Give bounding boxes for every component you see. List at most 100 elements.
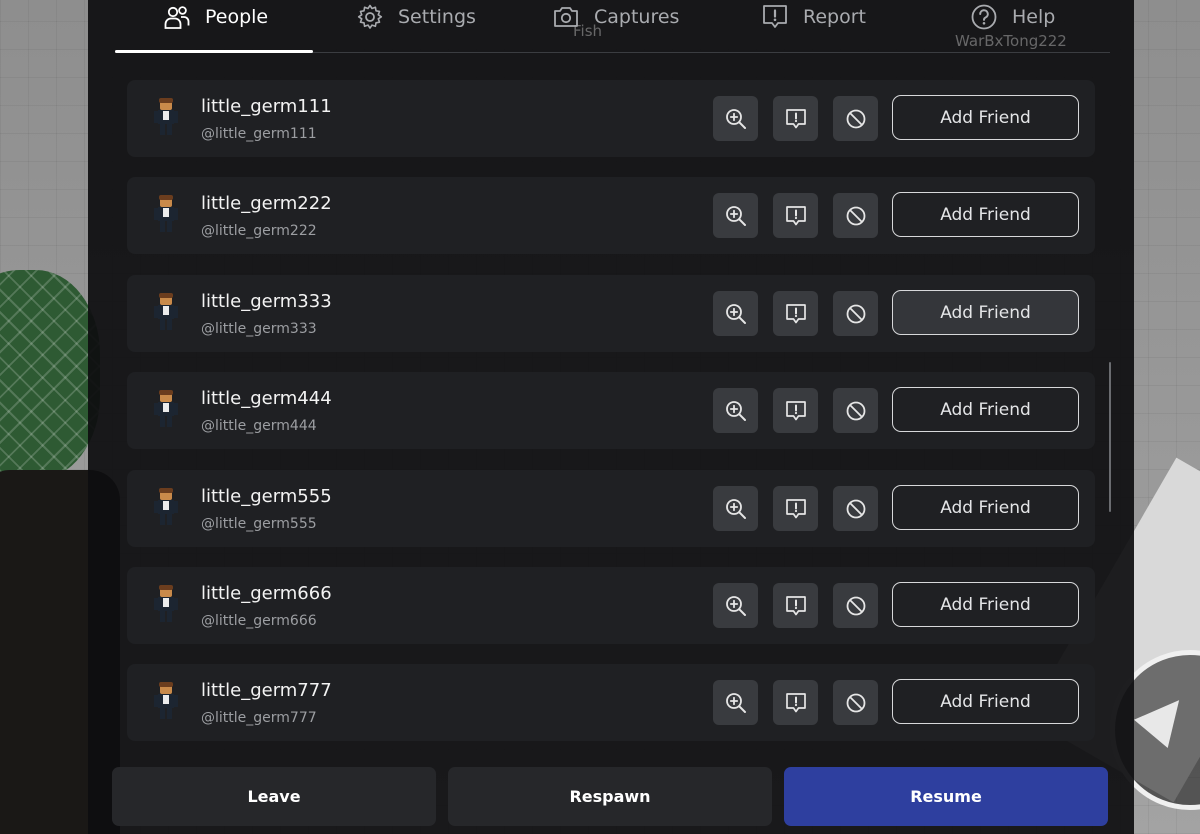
player-row: little_germ111 @little_germ111 Add Frien… [127, 80, 1095, 157]
help-icon [971, 4, 997, 30]
block-button[interactable] [833, 680, 878, 725]
people-icon [164, 6, 190, 29]
report-flag-icon [763, 5, 787, 28]
player-display-name: little_germ111 [201, 96, 332, 117]
block-icon [846, 499, 865, 518]
inspect-button[interactable] [713, 583, 758, 628]
report-button[interactable] [773, 193, 818, 238]
player-avatar [154, 488, 178, 525]
inspect-icon [725, 498, 746, 519]
active-tab-indicator [115, 50, 313, 53]
block-icon [846, 109, 865, 128]
tab-help-label: Help [1012, 6, 1056, 28]
report-icon [785, 303, 806, 323]
tab-captures-label: Captures [594, 6, 680, 28]
background-avatar-hat [0, 270, 100, 480]
inspect-button[interactable] [713, 388, 758, 433]
add-friend-button[interactable]: Add Friend [892, 95, 1079, 140]
report-icon [785, 595, 806, 615]
player-display-name: little_germ555 [201, 486, 332, 507]
tab-bar: Fish WarBxTong222 People Settings Captur… [115, 0, 1110, 54]
inspect-icon [725, 692, 746, 713]
tab-settings-label: Settings [398, 6, 476, 28]
tab-captures[interactable]: Captures [552, 0, 679, 34]
tab-settings[interactable]: Settings [356, 0, 476, 34]
report-button[interactable] [773, 291, 818, 336]
tab-people-label: People [205, 6, 269, 28]
inspect-icon [725, 303, 746, 324]
block-button[interactable] [833, 96, 878, 141]
block-icon [846, 401, 865, 420]
respawn-button[interactable]: Respawn [448, 767, 772, 826]
player-row: little_germ666 @little_germ666 Add Frien… [127, 567, 1095, 644]
player-username: @little_germ111 [201, 126, 317, 142]
block-button[interactable] [833, 388, 878, 433]
report-icon [785, 498, 806, 518]
world-player-tag: WarBxTong222 [955, 32, 1067, 50]
inspect-icon [725, 400, 746, 421]
player-avatar [154, 585, 178, 622]
block-icon [846, 304, 865, 323]
camera-icon [554, 7, 578, 27]
report-icon [785, 692, 806, 712]
inspect-button[interactable] [713, 486, 758, 531]
scrollbar[interactable] [1109, 362, 1111, 512]
player-row: little_germ444 @little_germ444 Add Frien… [127, 372, 1095, 449]
report-button[interactable] [773, 583, 818, 628]
add-friend-button[interactable]: Add Friend [892, 290, 1079, 335]
add-friend-button[interactable]: Add Friend [892, 192, 1079, 237]
report-button[interactable] [773, 680, 818, 725]
inspect-icon [725, 595, 746, 616]
player-username: @little_germ555 [201, 516, 317, 532]
player-avatar [154, 390, 178, 427]
block-button[interactable] [833, 291, 878, 336]
player-username: @little_germ333 [201, 321, 317, 337]
player-username: @little_germ777 [201, 710, 317, 726]
player-avatar [154, 195, 178, 232]
block-button[interactable] [833, 193, 878, 238]
report-icon [785, 205, 806, 225]
gear-icon [357, 4, 383, 29]
player-username: @little_germ222 [201, 223, 317, 239]
player-display-name: little_germ333 [201, 291, 332, 312]
player-avatar [154, 682, 178, 719]
resume-button[interactable]: Resume [784, 767, 1108, 826]
player-avatar [154, 98, 178, 135]
inspect-button[interactable] [713, 680, 758, 725]
inspect-icon [725, 205, 746, 226]
player-display-name: little_germ666 [201, 583, 332, 604]
inspect-button[interactable] [713, 291, 758, 336]
player-row: little_germ555 @little_germ555 Add Frien… [127, 470, 1095, 547]
tab-people[interactable]: People [163, 0, 268, 34]
player-avatar [154, 293, 178, 330]
add-friend-button[interactable]: Add Friend [892, 582, 1079, 627]
block-icon [846, 596, 865, 615]
tab-help[interactable]: Help [970, 0, 1055, 34]
player-row: little_germ222 @little_germ222 Add Frien… [127, 177, 1095, 254]
add-friend-button[interactable]: Add Friend [892, 485, 1079, 530]
player-username: @little_germ444 [201, 418, 317, 434]
player-row: little_germ333 @little_germ333 Add Frien… [127, 275, 1095, 352]
block-button[interactable] [833, 486, 878, 531]
inspect-button[interactable] [713, 193, 758, 238]
player-display-name: little_germ444 [201, 388, 332, 409]
tab-report[interactable]: Report [761, 0, 866, 34]
player-row: little_germ777 @little_germ777 Add Frien… [127, 664, 1095, 741]
report-icon [785, 108, 806, 128]
tab-report-label: Report [803, 6, 866, 28]
report-button[interactable] [773, 486, 818, 531]
leave-button[interactable]: Leave [112, 767, 436, 826]
player-display-name: little_germ777 [201, 680, 332, 701]
player-display-name: little_germ222 [201, 193, 332, 214]
report-button[interactable] [773, 96, 818, 141]
inspect-icon [725, 108, 746, 129]
report-icon [785, 400, 806, 420]
add-friend-button[interactable]: Add Friend [892, 387, 1079, 432]
inspect-button[interactable] [713, 96, 758, 141]
menu-panel: Fish WarBxTong222 People Settings Captur… [88, 0, 1134, 834]
block-icon [846, 693, 865, 712]
report-button[interactable] [773, 388, 818, 433]
add-friend-button[interactable]: Add Friend [892, 679, 1079, 724]
block-button[interactable] [833, 583, 878, 628]
block-icon [846, 206, 865, 225]
